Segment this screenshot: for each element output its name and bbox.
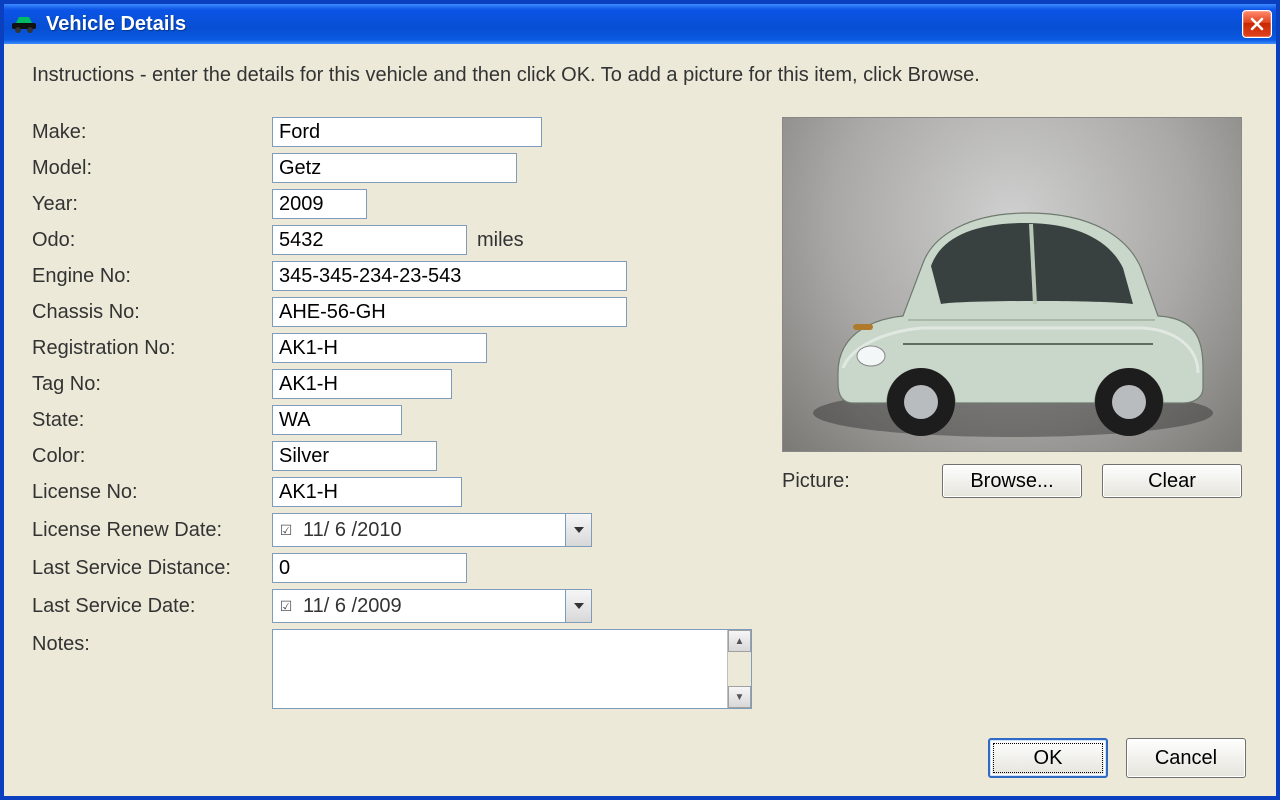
label-last-service-date: Last Service Date: xyxy=(32,595,272,618)
label-license-no: License No: xyxy=(32,481,272,504)
label-registration-no: Registration No: xyxy=(32,337,272,360)
app-icon xyxy=(12,15,36,33)
license-renew-date-text: 11/ 6 /2010 xyxy=(299,519,565,542)
license-renew-date-picker[interactable]: ☑ 11/ 6 /2010 xyxy=(272,513,592,547)
model-field[interactable] xyxy=(272,153,517,183)
chevron-down-icon[interactable] xyxy=(565,514,591,546)
label-last-service-distance: Last Service Distance: xyxy=(32,557,272,580)
last-service-date-picker[interactable]: ☑ 11/ 6 /2009 xyxy=(272,589,592,623)
engine-no-field[interactable] xyxy=(272,261,627,291)
picture-column: Picture: Browse... Clear xyxy=(782,117,1242,498)
close-button[interactable] xyxy=(1242,10,1272,38)
state-field[interactable] xyxy=(272,405,402,435)
make-field[interactable] xyxy=(272,117,542,147)
label-notes: Notes: xyxy=(32,629,272,656)
label-license-renew-date: License Renew Date: xyxy=(32,519,272,542)
last-service-distance-field[interactable] xyxy=(272,553,467,583)
vehicle-details-window: Vehicle Details Instructions - enter the… xyxy=(0,0,1280,800)
cancel-button[interactable]: Cancel xyxy=(1126,738,1246,778)
label-year: Year: xyxy=(32,193,272,216)
client-area: Instructions - enter the details for thi… xyxy=(4,44,1276,796)
color-field[interactable] xyxy=(272,441,437,471)
date-checkbox-icon: ☑ xyxy=(273,598,299,615)
label-model: Model: xyxy=(32,157,272,180)
chassis-no-field[interactable] xyxy=(272,297,627,327)
label-state: State: xyxy=(32,409,272,432)
label-color: Color: xyxy=(32,445,272,468)
license-no-field[interactable] xyxy=(272,477,462,507)
tag-no-field[interactable] xyxy=(272,369,452,399)
date-checkbox-icon: ☑ xyxy=(273,522,299,539)
label-engine-no: Engine No: xyxy=(32,265,272,288)
ok-button[interactable]: OK xyxy=(988,738,1108,778)
browse-button[interactable]: Browse... xyxy=(942,464,1082,498)
scroll-up-icon[interactable]: ▲ xyxy=(728,630,751,652)
registration-no-field[interactable] xyxy=(272,333,487,363)
odo-unit: miles xyxy=(477,229,524,252)
instructions-text: Instructions - enter the details for thi… xyxy=(32,64,1248,87)
notes-scrollbar[interactable]: ▲ ▼ xyxy=(727,630,751,708)
odo-field[interactable] xyxy=(272,225,467,255)
label-make: Make: xyxy=(32,121,272,144)
label-chassis-no: Chassis No: xyxy=(32,301,272,324)
scroll-down-icon[interactable]: ▼ xyxy=(728,686,751,708)
label-odo: Odo: xyxy=(32,229,272,252)
year-field[interactable] xyxy=(272,189,367,219)
window-title: Vehicle Details xyxy=(46,13,1242,36)
last-service-date-text: 11/ 6 /2009 xyxy=(299,595,565,618)
notes-field-wrap: ▲ ▼ xyxy=(272,629,752,709)
titlebar[interactable]: Vehicle Details xyxy=(4,4,1276,44)
scroll-track[interactable] xyxy=(728,652,751,686)
notes-field[interactable] xyxy=(273,630,727,708)
dialog-buttons: OK Cancel xyxy=(988,738,1246,778)
vehicle-picture xyxy=(782,117,1242,452)
fields-grid: Make: Model: Year: Odo: miles Engine No:… xyxy=(32,117,752,709)
clear-button[interactable]: Clear xyxy=(1102,464,1242,498)
label-tag-no: Tag No: xyxy=(32,373,272,396)
chevron-down-icon[interactable] xyxy=(565,590,591,622)
label-picture: Picture: xyxy=(782,470,922,493)
